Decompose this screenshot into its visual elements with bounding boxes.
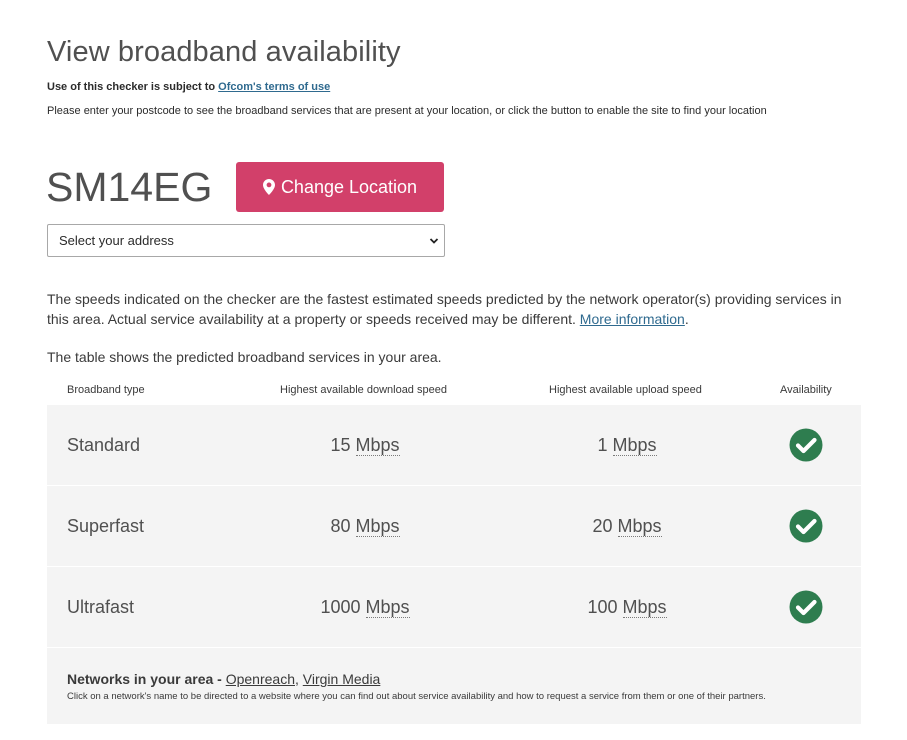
broadband-table: Standard 15 Mbps 1 Mbps Superfast 80 Mbp…: [47, 405, 861, 724]
speed-unit: Mbps: [355, 516, 400, 537]
change-location-button[interactable]: Change Location: [236, 162, 444, 212]
header-download-speed: Highest available download speed: [280, 384, 447, 396]
speed-unit: Mbps: [355, 435, 400, 456]
speed-unit: Mbps: [622, 597, 667, 618]
address-select[interactable]: Select your address: [47, 224, 445, 257]
download-value: 1000: [320, 597, 361, 617]
check-circle-icon: [789, 428, 823, 462]
header-upload-speed: Highest available upload speed: [549, 384, 702, 396]
table-intro: The table shows the predicted broadband …: [47, 349, 442, 365]
postcode-display: SM14EG: [46, 164, 213, 210]
network-separator: ,: [295, 671, 303, 687]
disclaimer-text: The speeds indicated on the checker are …: [47, 291, 842, 327]
broadband-type: Superfast: [67, 516, 145, 536]
broadband-type: Ultrafast: [67, 597, 135, 617]
header-broadband-type: Broadband type: [67, 384, 145, 396]
broadband-type: Standard: [67, 435, 141, 455]
intro-text: Please enter your postcode to see the br…: [47, 105, 767, 117]
upload-speed: 20 Mbps: [527, 516, 727, 537]
network-link-openreach[interactable]: Openreach: [226, 671, 295, 687]
table-row: Superfast 80 Mbps 20 Mbps: [47, 486, 861, 567]
disclaimer-suffix: .: [684, 311, 689, 327]
networks-line: Networks in your area - Openreach, Virgi…: [67, 671, 380, 687]
networks-label: Networks in your area -: [67, 671, 226, 687]
more-information-link[interactable]: More information: [580, 311, 685, 327]
upload-value: 1: [597, 435, 608, 455]
speed-unit: Mbps: [612, 435, 657, 456]
table-row: Standard 15 Mbps 1 Mbps: [47, 405, 861, 486]
terms-of-use-link[interactable]: Ofcom's terms of use: [218, 81, 330, 93]
terms-notice: Use of this checker is subject to Ofcom'…: [47, 81, 330, 93]
header-availability: Availability: [780, 384, 832, 396]
download-value: 15: [330, 435, 351, 455]
download-speed: 80 Mbps: [265, 516, 465, 537]
check-circle-icon: [789, 590, 823, 624]
download-value: 80: [330, 516, 351, 536]
table-header: Broadband type Highest available downloa…: [47, 382, 861, 400]
speed-unit: Mbps: [365, 597, 410, 618]
page-title: View broadband availability: [47, 36, 401, 68]
change-location-label: Change Location: [280, 176, 418, 197]
address-select-value: Select your address: [59, 233, 174, 248]
speed-unit: Mbps: [617, 516, 662, 537]
check-circle-icon: [789, 509, 823, 543]
upload-value: 20: [592, 516, 613, 536]
upload-speed: 1 Mbps: [527, 435, 727, 456]
networks-note: Click on a network's name to be directed…: [67, 691, 766, 702]
upload-speed: 100 Mbps: [527, 597, 727, 618]
download-speed: 15 Mbps: [265, 435, 465, 456]
table-row: Ultrafast 1000 Mbps 100 Mbps: [47, 567, 861, 648]
network-link-virgin-media[interactable]: Virgin Media: [303, 671, 381, 687]
page: View broadband availability Use of this …: [0, 0, 907, 740]
map-marker-icon: [262, 179, 275, 195]
networks-section: Networks in your area - Openreach, Virgi…: [47, 648, 861, 724]
chevron-down-icon: [429, 238, 439, 244]
terms-prefix: Use of this checker is subject to: [47, 81, 219, 93]
download-speed: 1000 Mbps: [265, 597, 465, 618]
upload-value: 100: [587, 597, 618, 617]
speed-disclaimer: The speeds indicated on the checker are …: [47, 289, 859, 329]
